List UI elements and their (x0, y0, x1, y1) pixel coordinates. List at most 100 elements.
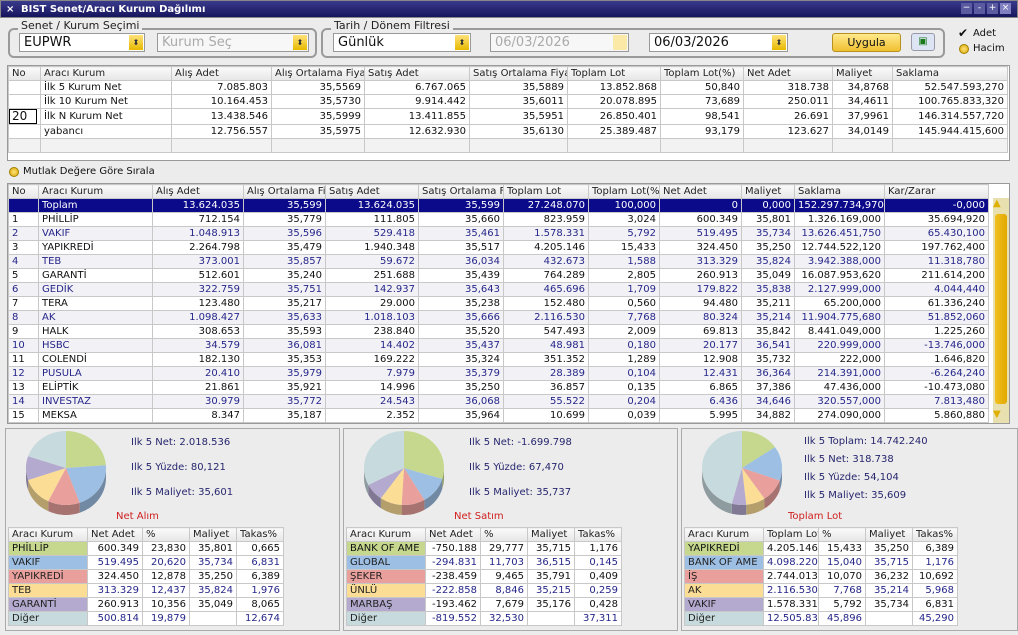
table-row[interactable]: 9 HALK 308.653 35,593 238.840 35,520 547.493 2,… (8, 324, 989, 339)
minimize-button[interactable]: − (961, 3, 972, 14)
start-date-field[interactable]: 06/03/2026 (490, 33, 629, 52)
column-header[interactable]: Satış Adet (325, 184, 419, 199)
table-row[interactable]: Diğer 500.814 19,879 12,674 (8, 611, 284, 626)
table-cell: 47.436,000 (794, 380, 885, 395)
table-cell: 12.632.930 (364, 124, 470, 139)
table-row[interactable]: Diğer 12.505.83 45,896 45,290 (684, 611, 958, 626)
table-row[interactable]: 15 MEKSA 8.347 35,187 2.352 35,964 10.699 0,039… (8, 408, 989, 423)
scroll-up-icon[interactable]: ▲ (993, 198, 1001, 209)
scroll-down-icon[interactable]: ▼ (993, 409, 1001, 420)
table-row[interactable]: BANK OF AME 4.098.220 15,040 35,715 1,176 (684, 555, 958, 570)
end-date-field[interactable]: 06/03/2026 ⬍ (649, 33, 788, 52)
column-header[interactable]: Saklama (892, 66, 1008, 81)
table-row[interactable]: 13 ELİPTİK 21.861 35,921 14.996 35,250 36.857 0… (8, 380, 989, 395)
column-header[interactable]: Toplam Lot (503, 184, 589, 199)
table-row[interactable]: İlk 10 Kurum Net 10.164.453 35,5730 9.914.4… (8, 94, 1008, 109)
table-cell: GEDİK (38, 282, 153, 297)
kurum-select[interactable]: Kurum Seç ⬍ (157, 33, 309, 52)
column-header[interactable]: Saklama (794, 184, 885, 199)
scrollbar[interactable]: ▲ ▼ (993, 198, 1009, 423)
column-header[interactable]: Alış Adet (152, 184, 244, 199)
table-row[interactable]: VAKIF 519.495 20,620 35,734 6,831 (8, 555, 284, 570)
adet-checkbox[interactable]: ✔ (958, 26, 968, 40)
table-row[interactable]: İlk 5 Kurum Net 7.085.803 35,5569 6.767.065… (8, 80, 1008, 95)
column-header[interactable]: Satış Ortalama Fiyat (469, 66, 568, 81)
table-row[interactable]: PHİLLİP 600.349 23,830 35,801 0,665 (8, 541, 284, 556)
table-row[interactable]: 20 İlk N Kurum Net 13.438.546 35,5999 13.411… (8, 108, 1008, 125)
column-header[interactable]: Satış Adet (364, 66, 470, 81)
info-text: Ilk 5 Net: 2.018.536 (131, 437, 231, 448)
table-row[interactable]: 10 HSBC 34.579 36,081 14.402 35,437 48.981 0,18… (8, 338, 989, 353)
period-select[interactable]: Günlük ⬍ (333, 33, 471, 52)
table-row[interactable]: İŞ 2.744.013 10,070 36,232 10,692 (684, 569, 958, 584)
table-row[interactable]: 2 VAKIF 1.048.913 35,596 529.418 35,461 1.578.… (8, 226, 989, 241)
close-icon[interactable]: × (6, 1, 14, 19)
table-row[interactable]: 7 TERA 123.480 35,217 29.000 35,238 152.480 0,5… (8, 296, 989, 311)
column-header[interactable]: Toplam Lot (567, 66, 661, 81)
table-cell: 600.349 (659, 212, 742, 227)
column-header[interactable]: Maliyet (832, 66, 893, 81)
table-row[interactable]: 1 PHİLLİP 712.154 35,779 111.805 35,660 823.95… (8, 212, 989, 227)
table-row[interactable]: BANK OF AME -750.188 29,777 35,715 1,176 (346, 541, 622, 556)
table-row[interactable]: 6 GEDİK 322.759 35,751 142.937 35,643 465.696 1… (8, 282, 989, 297)
table-row[interactable]: VAKIF 1.578.331 5,792 35,734 6,831 (684, 597, 958, 612)
column-header[interactable]: No (8, 184, 39, 199)
column-header[interactable]: Kar/Zarar (884, 184, 989, 199)
scroll-thumb[interactable] (995, 214, 1007, 404)
column-header[interactable]: Toplam Lot(% (588, 184, 660, 199)
n-count-input[interactable]: 20 (9, 109, 37, 124)
restore-button[interactable]: - (974, 3, 985, 14)
table-cell: 1,976 (236, 583, 284, 598)
hacim-radio[interactable] (959, 44, 969, 54)
table-row[interactable]: ÜNLÜ -222.858 8,846 35,215 0,259 (346, 583, 622, 598)
table-cell: 142.937 (325, 282, 419, 297)
table-cell: 1.578.331 (503, 226, 589, 241)
column-header[interactable]: Aracı Kurum (38, 184, 153, 199)
total-row[interactable]: Toplam 13.624.035 35,599 13.624.035 35,599 27… (8, 198, 989, 213)
column-header[interactable]: Alış Ortalama Fiy (243, 184, 326, 199)
table-row[interactable]: 5 GARANTİ 512.601 35,240 251.688 35,439 764.28… (8, 268, 989, 283)
table-row[interactable]: GLOBAL -294.831 11,703 36,515 0,145 (346, 555, 622, 570)
column-header[interactable]: Satış Ortalama Fi (418, 184, 504, 199)
table-cell: HSBC (38, 338, 153, 353)
table-cell: 13.624.035 (152, 198, 244, 213)
table-row[interactable]: YAPIKREDİ 4.205.146 15,433 35,250 6,389 (684, 541, 958, 556)
table-row[interactable]: TEB 313.329 12,437 35,824 1,976 (8, 583, 284, 598)
maximize-button[interactable]: + (987, 3, 998, 14)
table-row[interactable]: Diğer -819.552 32,530 37,311 (346, 611, 622, 626)
column-header[interactable]: Alış Adet (171, 66, 272, 81)
table-row[interactable]: MARBAŞ -193.462 7,679 35,176 0,428 (346, 597, 622, 612)
table-cell: 764.289 (503, 268, 589, 283)
title-bar: × BIST Senet/Aracı Kurum Dağılımı (0, 0, 1018, 18)
table-row[interactable]: 14 INVESTAZ 30.979 35,772 24.543 36,068 55.522… (8, 394, 989, 409)
column-header[interactable]: Alış Ortalama Fiyat (271, 66, 365, 81)
table-row[interactable]: 11 COLENDİ 182.130 35,353 169.222 35,324 351.3… (8, 352, 989, 367)
table-row[interactable] (8, 138, 1008, 153)
table-cell (8, 124, 41, 139)
column-header[interactable]: Maliyet (741, 184, 795, 199)
table-row[interactable]: yabancı 12.756.557 35,5975 12.632.930 35,613… (8, 124, 1008, 139)
table-row[interactable]: 4 TEB 373.001 35,857 59.672 36,034 432.673 1,58… (8, 254, 989, 269)
table-row[interactable]: GARANTİ 260.913 10,356 35,049 8,065 (8, 597, 284, 612)
column-header[interactable]: Net Adet (659, 184, 742, 199)
table-row[interactable]: 3 YAPIKREDİ 2.264.798 35,479 1.940.348 35,517… (8, 240, 989, 255)
table-row[interactable]: 8 AK 1.098.427 35,633 1.018.103 35,666 2.116.5… (8, 310, 989, 325)
table-row[interactable]: ŞEKER -238.459 9,465 35,791 0,409 (346, 569, 622, 584)
table-row[interactable]: 12 PUSULA 20.410 35,979 7.979 35,379 28.389 0,1… (8, 366, 989, 381)
excel-icon[interactable]: ▣ (911, 33, 935, 51)
table-cell: 29,777 (480, 541, 528, 556)
column-header[interactable]: Aracı Kurum (40, 66, 172, 81)
apply-button[interactable]: Uygula (832, 33, 901, 52)
column-header[interactable]: Net Adet (743, 66, 833, 81)
table-cell: 7,768 (588, 310, 660, 325)
table-row[interactable]: YAPIKREDİ 324.450 12,878 35,250 6,389 (8, 569, 284, 584)
close-button[interactable]: × (1000, 3, 1011, 14)
table-cell: 152.480 (503, 296, 589, 311)
table-cell: 123.480 (152, 296, 244, 311)
symbol-select[interactable]: EUPWR ⬍ (19, 33, 145, 52)
table-cell: 111.805 (325, 212, 419, 227)
column-header[interactable]: No (8, 66, 41, 81)
table-row[interactable]: AK 2.116.530 7,768 35,214 5,968 (684, 583, 958, 598)
column-header[interactable]: Toplam Lot(%) (660, 66, 744, 81)
sort-absolute-radio[interactable] (9, 167, 19, 177)
